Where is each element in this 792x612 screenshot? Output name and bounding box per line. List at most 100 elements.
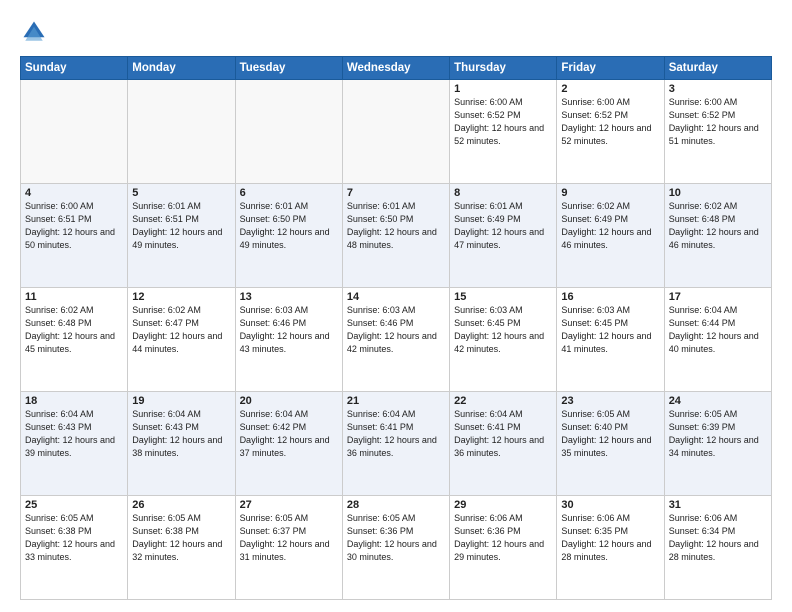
day-number: 6: [240, 187, 338, 199]
calendar-day-cell: 18Sunrise: 6:04 AM Sunset: 6:43 PM Dayli…: [21, 392, 128, 496]
calendar-day-cell: 12Sunrise: 6:02 AM Sunset: 6:47 PM Dayli…: [128, 288, 235, 392]
day-info: Sunrise: 6:03 AM Sunset: 6:45 PM Dayligh…: [454, 304, 552, 356]
day-number: 23: [561, 395, 659, 407]
calendar-day-header: Saturday: [664, 57, 771, 80]
day-number: 12: [132, 291, 230, 303]
calendar-table: SundayMondayTuesdayWednesdayThursdayFrid…: [20, 56, 772, 600]
day-info: Sunrise: 6:03 AM Sunset: 6:46 PM Dayligh…: [347, 304, 445, 356]
calendar-day-cell: 13Sunrise: 6:03 AM Sunset: 6:46 PM Dayli…: [235, 288, 342, 392]
day-info: Sunrise: 6:05 AM Sunset: 6:36 PM Dayligh…: [347, 512, 445, 564]
day-number: 19: [132, 395, 230, 407]
day-number: 22: [454, 395, 552, 407]
day-number: 5: [132, 187, 230, 199]
calendar-day-cell: 27Sunrise: 6:05 AM Sunset: 6:37 PM Dayli…: [235, 496, 342, 600]
day-info: Sunrise: 6:04 AM Sunset: 6:41 PM Dayligh…: [347, 408, 445, 460]
calendar-day-cell: 25Sunrise: 6:05 AM Sunset: 6:38 PM Dayli…: [21, 496, 128, 600]
day-number: 3: [669, 83, 767, 95]
day-number: 27: [240, 499, 338, 511]
day-number: 11: [25, 291, 123, 303]
day-info: Sunrise: 6:05 AM Sunset: 6:38 PM Dayligh…: [132, 512, 230, 564]
calendar-day-header: Wednesday: [342, 57, 449, 80]
day-info: Sunrise: 6:01 AM Sunset: 6:49 PM Dayligh…: [454, 200, 552, 252]
calendar-day-cell: [235, 80, 342, 184]
calendar-day-cell: 31Sunrise: 6:06 AM Sunset: 6:34 PM Dayli…: [664, 496, 771, 600]
day-number: 17: [669, 291, 767, 303]
calendar-day-header: Tuesday: [235, 57, 342, 80]
calendar-week-row: 1Sunrise: 6:00 AM Sunset: 6:52 PM Daylig…: [21, 80, 772, 184]
day-number: 13: [240, 291, 338, 303]
calendar-week-row: 25Sunrise: 6:05 AM Sunset: 6:38 PM Dayli…: [21, 496, 772, 600]
day-number: 28: [347, 499, 445, 511]
day-number: 31: [669, 499, 767, 511]
calendar-day-header: Sunday: [21, 57, 128, 80]
day-info: Sunrise: 6:04 AM Sunset: 6:44 PM Dayligh…: [669, 304, 767, 356]
day-info: Sunrise: 6:06 AM Sunset: 6:35 PM Dayligh…: [561, 512, 659, 564]
day-info: Sunrise: 6:00 AM Sunset: 6:52 PM Dayligh…: [454, 96, 552, 148]
day-info: Sunrise: 6:05 AM Sunset: 6:39 PM Dayligh…: [669, 408, 767, 460]
calendar-day-cell: 23Sunrise: 6:05 AM Sunset: 6:40 PM Dayli…: [557, 392, 664, 496]
day-info: Sunrise: 6:05 AM Sunset: 6:38 PM Dayligh…: [25, 512, 123, 564]
day-number: 29: [454, 499, 552, 511]
calendar-day-cell: 19Sunrise: 6:04 AM Sunset: 6:43 PM Dayli…: [128, 392, 235, 496]
calendar-day-header: Monday: [128, 57, 235, 80]
day-number: 9: [561, 187, 659, 199]
calendar-day-cell: 15Sunrise: 6:03 AM Sunset: 6:45 PM Dayli…: [450, 288, 557, 392]
calendar-day-header: Thursday: [450, 57, 557, 80]
day-number: 16: [561, 291, 659, 303]
calendar-day-cell: 30Sunrise: 6:06 AM Sunset: 6:35 PM Dayli…: [557, 496, 664, 600]
calendar-day-cell: 6Sunrise: 6:01 AM Sunset: 6:50 PM Daylig…: [235, 184, 342, 288]
calendar-day-cell: 29Sunrise: 6:06 AM Sunset: 6:36 PM Dayli…: [450, 496, 557, 600]
day-info: Sunrise: 6:02 AM Sunset: 6:47 PM Dayligh…: [132, 304, 230, 356]
day-info: Sunrise: 6:04 AM Sunset: 6:42 PM Dayligh…: [240, 408, 338, 460]
calendar-day-cell: 4Sunrise: 6:00 AM Sunset: 6:51 PM Daylig…: [21, 184, 128, 288]
day-info: Sunrise: 6:05 AM Sunset: 6:37 PM Dayligh…: [240, 512, 338, 564]
day-info: Sunrise: 6:01 AM Sunset: 6:50 PM Dayligh…: [240, 200, 338, 252]
day-info: Sunrise: 6:03 AM Sunset: 6:46 PM Dayligh…: [240, 304, 338, 356]
calendar-day-cell: 16Sunrise: 6:03 AM Sunset: 6:45 PM Dayli…: [557, 288, 664, 392]
day-info: Sunrise: 6:00 AM Sunset: 6:52 PM Dayligh…: [669, 96, 767, 148]
day-info: Sunrise: 6:01 AM Sunset: 6:51 PM Dayligh…: [132, 200, 230, 252]
day-info: Sunrise: 6:02 AM Sunset: 6:48 PM Dayligh…: [25, 304, 123, 356]
calendar-day-cell: 28Sunrise: 6:05 AM Sunset: 6:36 PM Dayli…: [342, 496, 449, 600]
logo-icon: [20, 18, 48, 46]
day-number: 20: [240, 395, 338, 407]
day-number: 30: [561, 499, 659, 511]
day-info: Sunrise: 6:05 AM Sunset: 6:40 PM Dayligh…: [561, 408, 659, 460]
page: SundayMondayTuesdayWednesdayThursdayFrid…: [0, 0, 792, 612]
day-number: 24: [669, 395, 767, 407]
calendar-day-cell: [128, 80, 235, 184]
day-number: 26: [132, 499, 230, 511]
calendar-day-header: Friday: [557, 57, 664, 80]
day-info: Sunrise: 6:03 AM Sunset: 6:45 PM Dayligh…: [561, 304, 659, 356]
calendar-day-cell: 5Sunrise: 6:01 AM Sunset: 6:51 PM Daylig…: [128, 184, 235, 288]
day-info: Sunrise: 6:00 AM Sunset: 6:52 PM Dayligh…: [561, 96, 659, 148]
calendar-day-cell: 8Sunrise: 6:01 AM Sunset: 6:49 PM Daylig…: [450, 184, 557, 288]
day-info: Sunrise: 6:04 AM Sunset: 6:41 PM Dayligh…: [454, 408, 552, 460]
calendar-day-cell: 22Sunrise: 6:04 AM Sunset: 6:41 PM Dayli…: [450, 392, 557, 496]
day-number: 1: [454, 83, 552, 95]
calendar-day-cell: [342, 80, 449, 184]
calendar-week-row: 11Sunrise: 6:02 AM Sunset: 6:48 PM Dayli…: [21, 288, 772, 392]
calendar-day-cell: 7Sunrise: 6:01 AM Sunset: 6:50 PM Daylig…: [342, 184, 449, 288]
calendar-day-cell: 3Sunrise: 6:00 AM Sunset: 6:52 PM Daylig…: [664, 80, 771, 184]
calendar-day-cell: 20Sunrise: 6:04 AM Sunset: 6:42 PM Dayli…: [235, 392, 342, 496]
calendar-week-row: 4Sunrise: 6:00 AM Sunset: 6:51 PM Daylig…: [21, 184, 772, 288]
day-info: Sunrise: 6:04 AM Sunset: 6:43 PM Dayligh…: [25, 408, 123, 460]
calendar-day-cell: 1Sunrise: 6:00 AM Sunset: 6:52 PM Daylig…: [450, 80, 557, 184]
day-number: 7: [347, 187, 445, 199]
day-info: Sunrise: 6:02 AM Sunset: 6:48 PM Dayligh…: [669, 200, 767, 252]
day-info: Sunrise: 6:00 AM Sunset: 6:51 PM Dayligh…: [25, 200, 123, 252]
day-number: 10: [669, 187, 767, 199]
day-info: Sunrise: 6:04 AM Sunset: 6:43 PM Dayligh…: [132, 408, 230, 460]
day-number: 25: [25, 499, 123, 511]
calendar-day-cell: 10Sunrise: 6:02 AM Sunset: 6:48 PM Dayli…: [664, 184, 771, 288]
calendar-day-cell: 21Sunrise: 6:04 AM Sunset: 6:41 PM Dayli…: [342, 392, 449, 496]
calendar-day-cell: 24Sunrise: 6:05 AM Sunset: 6:39 PM Dayli…: [664, 392, 771, 496]
day-number: 4: [25, 187, 123, 199]
day-number: 18: [25, 395, 123, 407]
day-number: 2: [561, 83, 659, 95]
calendar-header-row: SundayMondayTuesdayWednesdayThursdayFrid…: [21, 57, 772, 80]
calendar-day-cell: 9Sunrise: 6:02 AM Sunset: 6:49 PM Daylig…: [557, 184, 664, 288]
logo: [20, 18, 52, 46]
header: [20, 18, 772, 46]
